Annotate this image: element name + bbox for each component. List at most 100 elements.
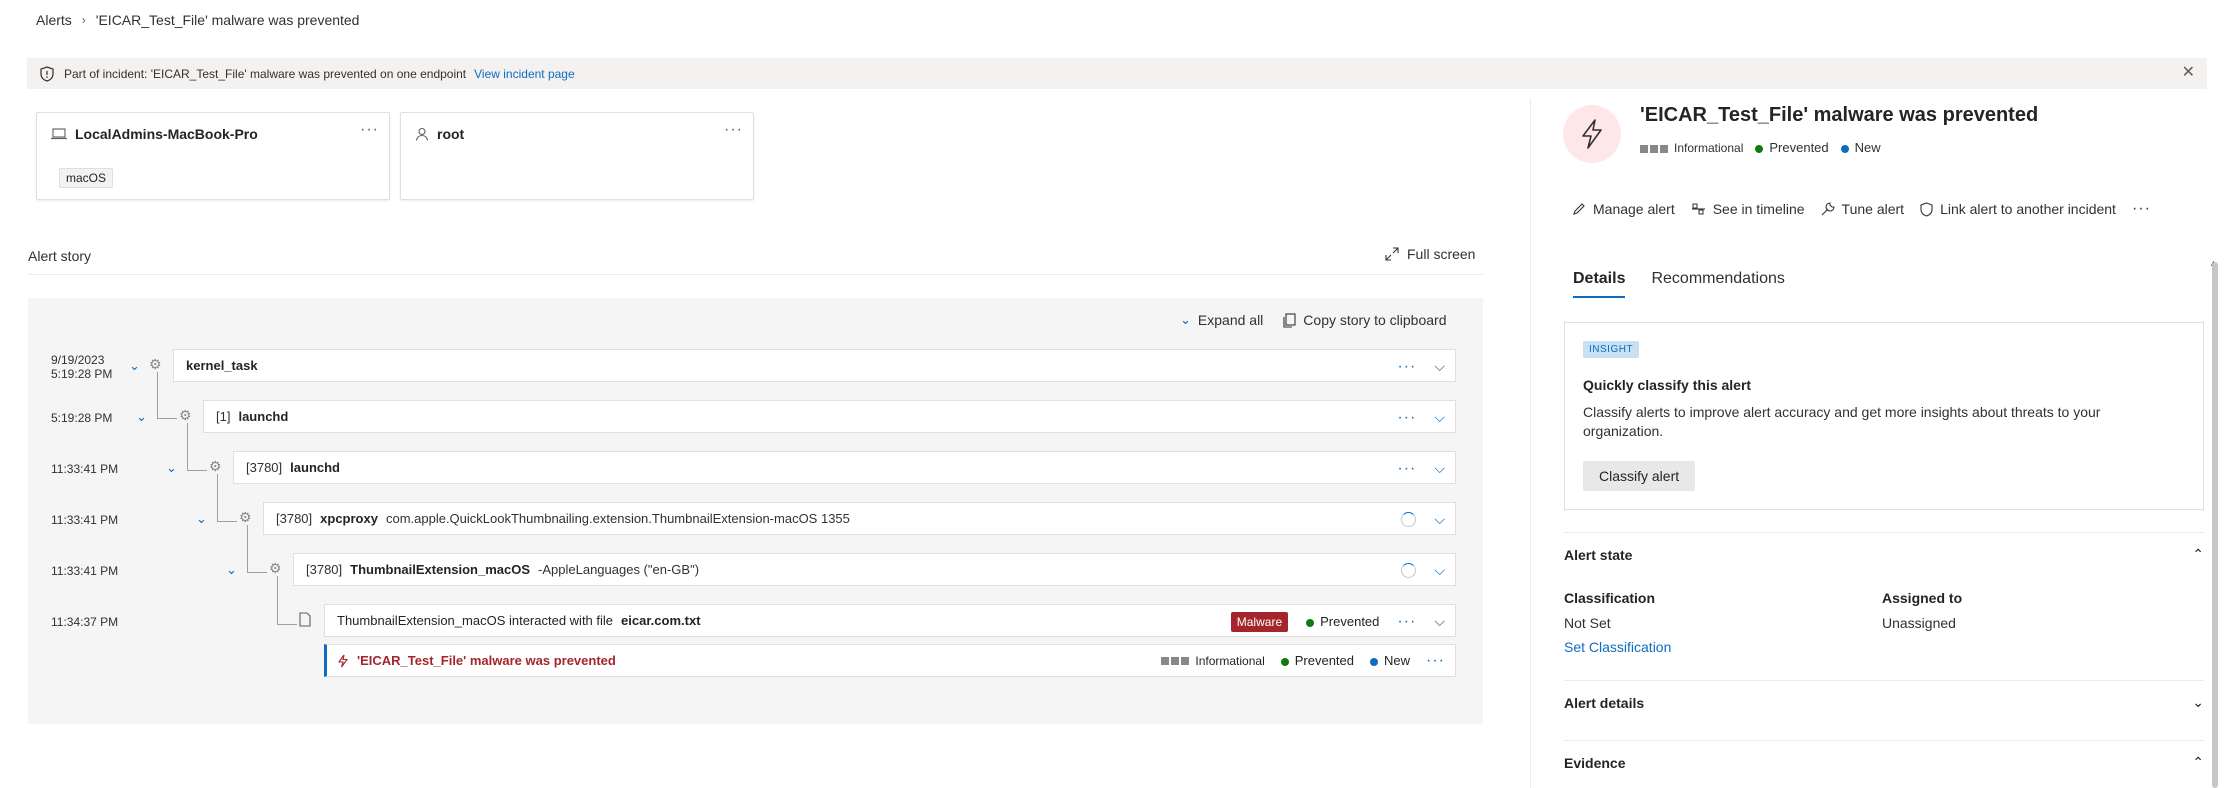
process-row[interactable]: [3780] launchd ··· ⌵ xyxy=(233,451,1456,484)
more-options-icon[interactable]: ··· xyxy=(724,121,743,139)
process-row[interactable]: [3780] xpcproxy com.apple.QuickLookThumb… xyxy=(263,502,1456,535)
state-label: New xyxy=(1384,653,1411,668)
status-dot-icon xyxy=(1755,144,1764,153)
more-options-icon[interactable]: ··· xyxy=(1397,613,1416,631)
gear-icon: ⚙ xyxy=(179,407,192,423)
prevented-status: Prevented xyxy=(1755,140,1829,155)
severity-bars-icon xyxy=(1161,657,1190,666)
tree-connector xyxy=(217,521,237,522)
more-options-icon[interactable]: ··· xyxy=(2132,200,2151,218)
chevron-down-icon[interactable]: ⌄ xyxy=(196,511,207,527)
alert-details-section-header[interactable]: Alert details ⌄ xyxy=(1564,694,2204,711)
file-event-row[interactable]: ThumbnailExtension_macOS interacted with… xyxy=(324,604,1456,637)
alert-actions: Manage alert See in timeline Tune alert … xyxy=(1572,200,2151,218)
breadcrumb-alerts-link[interactable]: Alerts xyxy=(36,12,72,28)
more-options-icon[interactable]: ··· xyxy=(1397,358,1416,376)
pane-divider xyxy=(1530,98,1531,788)
classify-alert-button[interactable]: Classify alert xyxy=(1583,461,1696,491)
device-name: LocalAdmins-MacBook-Pro xyxy=(75,126,258,142)
expand-all-label: Expand all xyxy=(1197,312,1264,328)
chevron-down-icon[interactable]: ⌄ xyxy=(129,358,140,374)
chevron-up-icon: ⌃ xyxy=(2192,754,2204,770)
chevron-down-icon[interactable]: ⌵ xyxy=(1434,409,1445,426)
lightning-icon xyxy=(1582,119,1602,149)
chevron-down-icon[interactable]: ⌄ xyxy=(166,460,177,476)
chevron-down-icon[interactable]: ⌵ xyxy=(1434,358,1445,375)
classification-value: Not Set xyxy=(1564,615,1611,631)
malware-badge: Malware xyxy=(1230,611,1289,632)
more-options-icon[interactable]: ··· xyxy=(1397,409,1416,427)
scrollbar[interactable] xyxy=(2212,262,2218,788)
tree-connector xyxy=(247,572,267,573)
state-status: New xyxy=(1370,653,1410,668)
classification-label: Classification xyxy=(1564,590,1656,606)
alert-title: 'EICAR_Test_File' malware was prevented xyxy=(357,653,616,668)
status-dot-icon xyxy=(1280,657,1289,666)
tree-connector xyxy=(187,470,207,471)
tune-alert-button[interactable]: Tune alert xyxy=(1821,201,1904,217)
user-icon xyxy=(415,127,429,141)
process-row[interactable]: [1] launchd ··· ⌵ xyxy=(203,400,1456,433)
chevron-down-icon[interactable]: ⌄ xyxy=(226,562,237,578)
evidence-section-header[interactable]: Evidence ⌃ xyxy=(1564,754,2204,771)
alert-row[interactable]: 'EICAR_Test_File' malware was prevented … xyxy=(324,644,1456,677)
chevron-down-icon[interactable]: ⌵ xyxy=(1434,562,1445,579)
chevron-down-icon[interactable]: ⌵ xyxy=(1434,511,1445,528)
lightning-icon xyxy=(337,654,349,667)
state-label: New xyxy=(1854,140,1881,155)
more-options-icon[interactable]: ··· xyxy=(360,121,379,139)
alert-state-section-header[interactable]: Alert state ⌃ xyxy=(1564,546,2204,563)
alert-title: 'EICAR_Test_File' malware was prevented xyxy=(1640,104,2039,126)
row-timestamp: 11:33:41 PM xyxy=(51,513,118,527)
tab-recommendations[interactable]: Recommendations xyxy=(1651,270,1784,298)
process-id: [3780] xyxy=(276,511,313,526)
gear-icon: ⚙ xyxy=(269,560,282,576)
state-status: New xyxy=(1840,140,1881,155)
process-name: xpcproxy xyxy=(320,511,378,526)
laptop-icon xyxy=(51,128,67,140)
more-options-icon[interactable]: ··· xyxy=(1397,460,1416,478)
user-entity-card[interactable]: root ··· xyxy=(400,112,754,200)
device-entity-card[interactable]: LocalAdmins-MacBook-Pro ··· macOS xyxy=(36,112,390,200)
prevented-status: Prevented xyxy=(1280,653,1354,668)
panel-tabs: Details Recommendations xyxy=(1573,270,1785,298)
row-timestamp: 11:33:41 PM xyxy=(51,462,118,476)
process-id: [1] xyxy=(216,409,231,424)
chevron-down-icon[interactable]: ⌵ xyxy=(1434,613,1445,630)
gear-icon: ⚙ xyxy=(209,458,222,474)
tree-connector xyxy=(157,372,158,418)
set-classification-link[interactable]: Set Classification xyxy=(1564,639,1671,655)
process-name: ThumbnailExtension_macOS xyxy=(350,562,531,577)
view-incident-link[interactable]: View incident page xyxy=(474,67,575,81)
divider xyxy=(1564,680,2204,681)
status-dot-icon xyxy=(1840,144,1849,153)
close-icon[interactable]: ✕ xyxy=(2182,65,2195,81)
assigned-to-label: Assigned to xyxy=(1882,590,1963,606)
loading-spinner-icon xyxy=(1401,512,1417,527)
more-options-icon[interactable]: ··· xyxy=(1426,652,1445,670)
process-row[interactable]: kernel_task ··· ⌵ xyxy=(173,349,1456,382)
chevron-down-icon[interactable]: ⌵ xyxy=(1434,460,1445,477)
insight-title: Quickly classify this alert xyxy=(1583,377,1752,393)
process-id: [3780] xyxy=(246,460,283,475)
insight-description: Classify alerts to improve alert accurac… xyxy=(1583,404,2101,439)
story-actions: ⌄ Expand all Copy story to clipboard xyxy=(1180,312,1446,328)
alert-story-heading: Alert story xyxy=(28,248,92,264)
severity-label: Informational xyxy=(1195,653,1265,668)
insight-badge: INSIGHT xyxy=(1583,341,1640,358)
process-row[interactable]: [3780] ThumbnailExtension_macOS -AppleLa… xyxy=(293,553,1456,586)
alert-avatar xyxy=(1563,105,1621,163)
link-alert-button[interactable]: Link alert to another incident xyxy=(1920,201,2116,217)
see-in-timeline-button[interactable]: See in timeline xyxy=(1691,201,1805,217)
chevron-down-icon[interactable]: ⌄ xyxy=(136,409,147,425)
divider xyxy=(1564,740,2204,741)
full-screen-button[interactable]: Full screen xyxy=(1385,246,1475,262)
full-screen-label: Full screen xyxy=(1407,246,1476,262)
tab-details[interactable]: Details xyxy=(1573,270,1626,298)
manage-alert-button[interactable]: Manage alert xyxy=(1572,201,1675,217)
copy-icon xyxy=(1283,312,1296,328)
severity-indicator: Informational xyxy=(1640,140,1743,155)
process-name: launchd xyxy=(290,460,340,475)
copy-story-button[interactable]: Copy story to clipboard xyxy=(1283,312,1446,328)
expand-all-button[interactable]: ⌄ Expand all xyxy=(1180,312,1263,328)
